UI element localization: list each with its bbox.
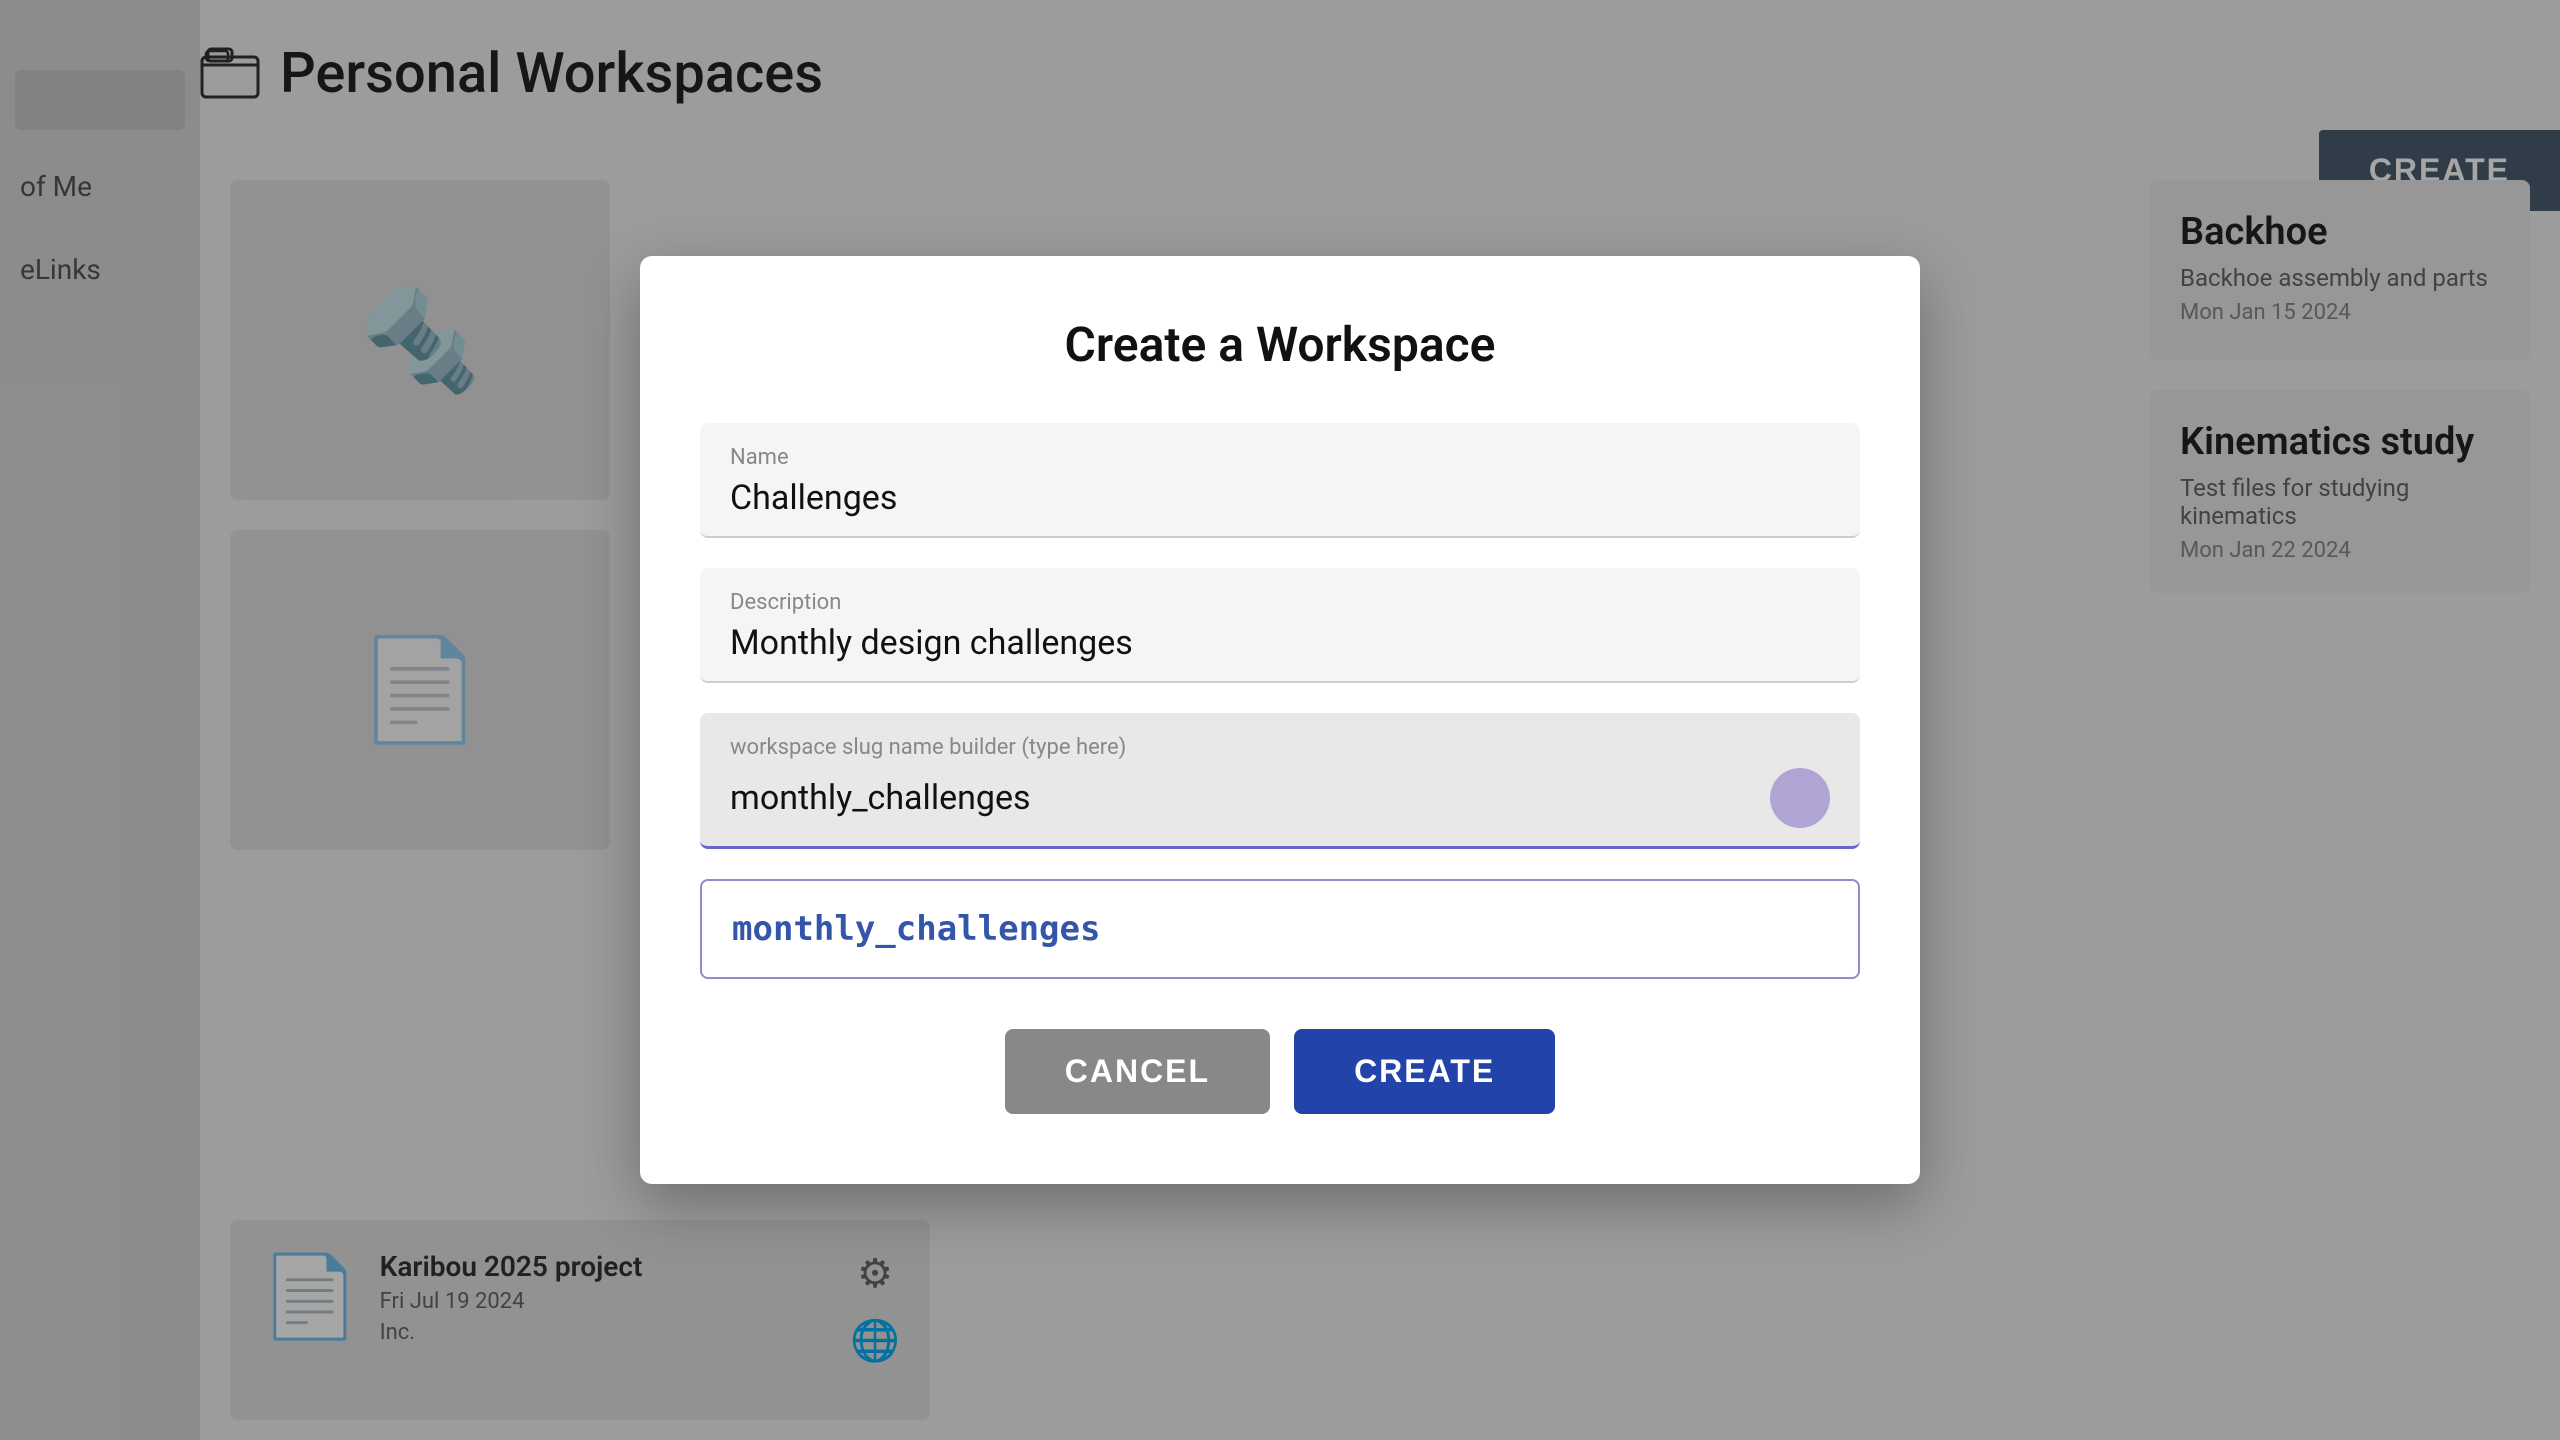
slug-builder-group: workspace slug name builder (type here) … <box>700 713 1860 849</box>
slug-builder-value: monthly_challenges <box>730 778 1754 818</box>
modal-actions: CANCEL CREATE <box>700 1029 1860 1114</box>
slug-builder-content: monthly_challenges <box>730 768 1830 828</box>
cursor-indicator <box>1770 768 1830 828</box>
name-label: Name <box>730 445 1830 470</box>
create-workspace-modal: Create a Workspace Name Challenges Descr… <box>640 256 1920 1184</box>
description-field-group: Description Monthly design challenges <box>700 568 1860 683</box>
description-label: Description <box>730 590 1830 615</box>
slug-builder-label: workspace slug name builder (type here) <box>730 735 1830 760</box>
slug-builder-field[interactable]: workspace slug name builder (type here) … <box>700 713 1860 849</box>
modal-title: Create a Workspace <box>700 316 1860 373</box>
modal-overlay: Create a Workspace Name Challenges Descr… <box>0 0 2560 1440</box>
slug-preview-value: monthly_challenges <box>732 909 1100 949</box>
description-value: Monthly design challenges <box>730 623 1830 663</box>
slug-preview-box: monthly_challenges <box>700 879 1860 979</box>
create-button[interactable]: CREATE <box>1294 1029 1555 1114</box>
name-value: Challenges <box>730 478 1830 518</box>
description-field[interactable]: Description Monthly design challenges <box>700 568 1860 683</box>
name-field[interactable]: Name Challenges <box>700 423 1860 538</box>
cancel-button[interactable]: CANCEL <box>1005 1029 1270 1114</box>
name-field-group: Name Challenges <box>700 423 1860 538</box>
